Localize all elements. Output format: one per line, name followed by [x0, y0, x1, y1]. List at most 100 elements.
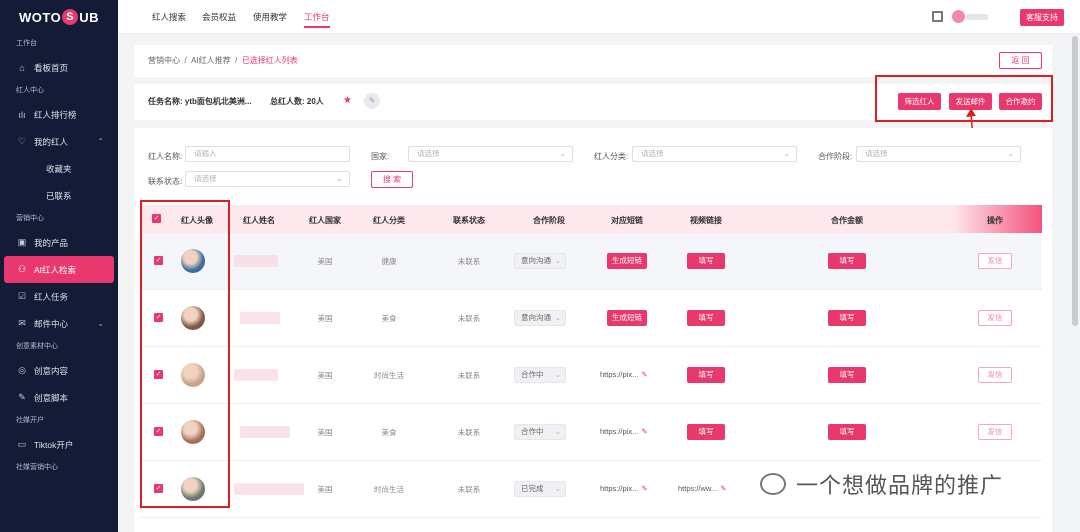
country-cell: 美国 — [317, 485, 333, 494]
edit-icon[interactable]: ✎ — [364, 93, 380, 109]
filter-stage-label: 合作阶段: — [818, 152, 853, 161]
stage-select[interactable]: 合作中 ⌄ — [514, 424, 566, 440]
tab-membership[interactable]: 会员权益 — [202, 0, 236, 34]
country-cell: 美国 — [317, 371, 333, 380]
star-icon[interactable]: ★ — [343, 95, 352, 106]
shortlink-cell[interactable]: https://pix... ✎ — [600, 484, 648, 493]
sidebar-item-tasks[interactable]: ☑ 红人任务 — [0, 283, 118, 310]
sidebar-item-my-influencers[interactable]: ♡ 我的红人 ⌃ — [0, 128, 118, 155]
fill-video-button[interactable]: 填写 — [687, 367, 725, 383]
cooperation-invite-button[interactable]: 合作邀约 — [999, 93, 1042, 110]
feather-icon: ✎ — [18, 392, 26, 402]
stage-select[interactable]: 合作中 ⌄ — [514, 367, 566, 383]
task-name: 任务名称: ytb面包机北美洲... — [148, 97, 252, 106]
search-button[interactable]: 搜 索 — [371, 171, 413, 188]
filter-influencers-button[interactable]: 筛选红人 — [898, 93, 941, 110]
section-marketing: 营销中心 — [16, 215, 44, 222]
status-cell: 未联系 — [457, 485, 481, 494]
logo[interactable]: WOTO S UB — [0, 0, 118, 34]
col-video: 视频链接 — [690, 216, 722, 225]
highlight-box-avatars — [140, 200, 230, 508]
chevron-down-icon: ⌄ — [336, 174, 343, 183]
fill-amount-button[interactable]: 填写 — [828, 367, 866, 383]
sidebar-item-dashboard[interactable]: ⌂ 看板首页 — [0, 54, 118, 81]
breadcrumb: 营销中心 / AI红人推荐 / 已选择红人列表 — [148, 56, 298, 65]
avatar[interactable] — [952, 10, 965, 23]
send-mail-button[interactable]: 发信 — [978, 310, 1012, 326]
bar-chart-icon: ılı — [18, 109, 26, 120]
home-icon: ⌂ — [19, 62, 25, 73]
fill-amount-button[interactable]: 填写 — [828, 424, 866, 440]
section-influencer: 红人中心 — [16, 87, 44, 94]
country-cell: 美国 — [317, 257, 333, 266]
sidebar-item-contacted[interactable]: 已联系 — [0, 182, 118, 209]
category-cell: 时尚生活 — [374, 371, 404, 380]
section-creative: 创意素材中心 — [16, 343, 58, 350]
edit-icon[interactable]: ✎ — [641, 484, 647, 493]
send-mail-button[interactable]: 发信 — [978, 367, 1012, 383]
chevron-up-icon: ⌃ — [97, 137, 104, 146]
generate-shortlink-button[interactable]: 生成短链 — [607, 310, 647, 326]
stage-select[interactable]: 意向沟通 ⌄ — [514, 310, 566, 326]
task-total: 总红人数: 20人 — [270, 97, 324, 106]
influencer-name — [234, 369, 278, 381]
col-actions: 操作 — [987, 216, 1003, 225]
shortlink-cell[interactable]: https://pix... ✎ — [600, 370, 648, 379]
task-icon: ☑ — [17, 291, 27, 301]
category-cell: 健康 — [381, 257, 397, 266]
sidebar-item-tiktok[interactable]: ▭ Tiktok开户 — [0, 431, 118, 458]
category-cell: 美食 — [381, 428, 397, 437]
sidebar-item-mail[interactable]: ✉ 邮件中心 ⌄ — [0, 310, 118, 337]
qr-code-icon[interactable] — [932, 11, 943, 22]
stage-select[interactable]: 意向沟通 ⌄ — [514, 253, 566, 269]
stage-select[interactable]: 请选择 ⌄ — [856, 146, 1021, 162]
send-mail-button[interactable]: 发信 — [978, 424, 1012, 440]
generate-shortlink-button[interactable]: 生成短链 — [607, 253, 647, 269]
send-mail-button[interactable]: 发信 — [978, 253, 1012, 269]
col-name: 红人姓名 — [243, 216, 275, 225]
edit-icon[interactable]: ✎ — [641, 427, 647, 436]
col-stage: 合作阶段 — [533, 216, 565, 225]
fill-video-button[interactable]: 填写 — [687, 253, 725, 269]
stage-select[interactable]: 已完成 ⌄ — [514, 481, 566, 497]
filter-status-label: 联系状态: — [148, 177, 183, 186]
scrollbar[interactable] — [1072, 36, 1078, 326]
sidebar-item-favorites[interactable]: 收藏夹 — [0, 155, 118, 182]
col-shortlink: 对应短链 — [611, 216, 643, 225]
tab-tutorial[interactable]: 使用教学 — [253, 0, 287, 34]
palette-icon: ◎ — [18, 365, 26, 375]
back-button[interactable]: 返 回 — [999, 52, 1042, 69]
tab-workbench[interactable]: 工作台 — [304, 0, 330, 34]
section-social-marketing: 社媒营销中心 — [16, 464, 58, 471]
influencer-name-input[interactable]: 请输入 — [185, 146, 350, 162]
status-select[interactable]: 请选择 ⌄ — [185, 171, 350, 187]
sidebar-item-ranking[interactable]: ılı 红人排行榜 — [0, 101, 118, 128]
edit-icon[interactable]: ✎ — [641, 370, 647, 379]
fill-amount-button[interactable]: 填写 — [828, 310, 866, 326]
user-name — [966, 14, 988, 20]
fill-video-button[interactable]: 填写 — [687, 310, 725, 326]
sidebar-item-products[interactable]: ▣ 我的产品 — [0, 229, 118, 256]
category-select[interactable]: 请选择 ⌄ — [632, 146, 797, 162]
edit-icon[interactable]: ✎ — [720, 484, 726, 493]
chevron-down-icon: ⌄ — [554, 256, 561, 265]
influencer-name — [240, 312, 280, 324]
heart-icon: ♡ — [17, 136, 27, 146]
support-button[interactable]: 客服支持 — [1020, 9, 1064, 26]
watermark: 一个想做品牌的推广 — [760, 468, 1003, 500]
video-link-cell[interactable]: https://ww... ✎ — [678, 484, 726, 493]
wechat-icon — [760, 473, 786, 495]
sidebar-item-ai-search[interactable]: ⚇ AI红人检索 — [4, 256, 114, 283]
tab-influencer-search[interactable]: 红人搜索 — [152, 0, 186, 34]
chevron-down-icon: ⌄ — [554, 484, 561, 493]
country-cell: 美国 — [317, 314, 333, 323]
fill-amount-button[interactable]: 填写 — [828, 253, 866, 269]
fill-video-button[interactable]: 填写 — [687, 424, 725, 440]
status-cell: 未联系 — [457, 314, 481, 323]
shortlink-cell[interactable]: https://pix... ✎ — [600, 427, 648, 436]
sidebar-item-creative-script[interactable]: ✎ 创意脚本 — [0, 384, 118, 411]
filter-name-label: 红人名称: — [148, 152, 183, 161]
country-select[interactable]: 请选择 ⌄ — [408, 146, 573, 162]
sidebar-item-creative-content[interactable]: ◎ 创意内容 — [0, 357, 118, 384]
user-search-icon: ⚇ — [17, 264, 27, 274]
